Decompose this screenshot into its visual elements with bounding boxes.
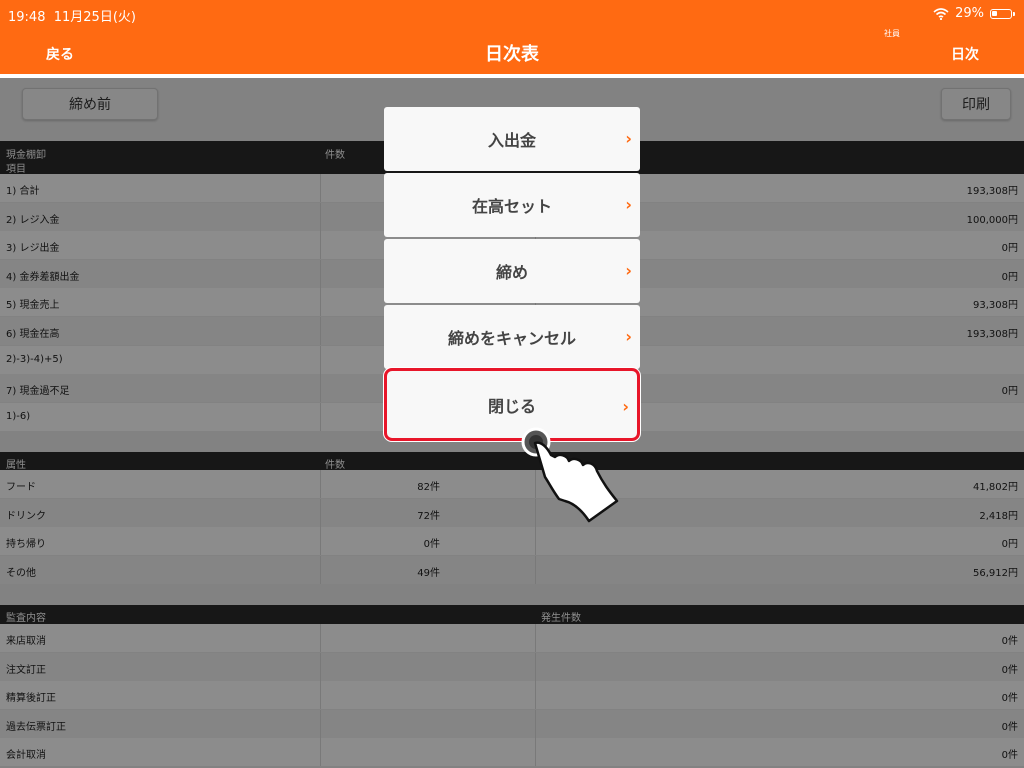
chevron-right-icon: ›	[622, 397, 629, 416]
user-label: 社員	[884, 29, 900, 38]
battery-fill	[992, 10, 997, 16]
battery-percent: 29%	[955, 6, 984, 21]
menu-item-close[interactable]: 締め ›	[384, 239, 640, 303]
status-right: 29%	[933, 6, 1015, 21]
tap-hand-icon	[521, 427, 619, 523]
chevron-right-icon: ›	[625, 261, 632, 280]
status-bar: 19:48 11月25日(火) 29%	[0, 0, 1024, 28]
battery-icon	[990, 8, 1015, 19]
menu-item-cash-set[interactable]: 在高セット ›	[384, 173, 640, 237]
menu-item-cancel-close[interactable]: 締めをキャンセル ›	[384, 305, 640, 369]
chevron-right-icon: ›	[625, 129, 632, 148]
chevron-right-icon: ›	[625, 195, 632, 214]
chevron-right-icon: ›	[625, 327, 632, 346]
nav-bar: 戻る 日次表 社員 日次	[0, 28, 1024, 74]
wifi-icon	[933, 7, 949, 20]
menu-item-deposit-withdrawal[interactable]: 入出金 ›	[384, 107, 640, 171]
status-time: 19:48 11月25日(火)	[8, 10, 136, 25]
page-title: 日次表	[485, 44, 539, 65]
daily-button[interactable]: 日次	[951, 44, 979, 64]
